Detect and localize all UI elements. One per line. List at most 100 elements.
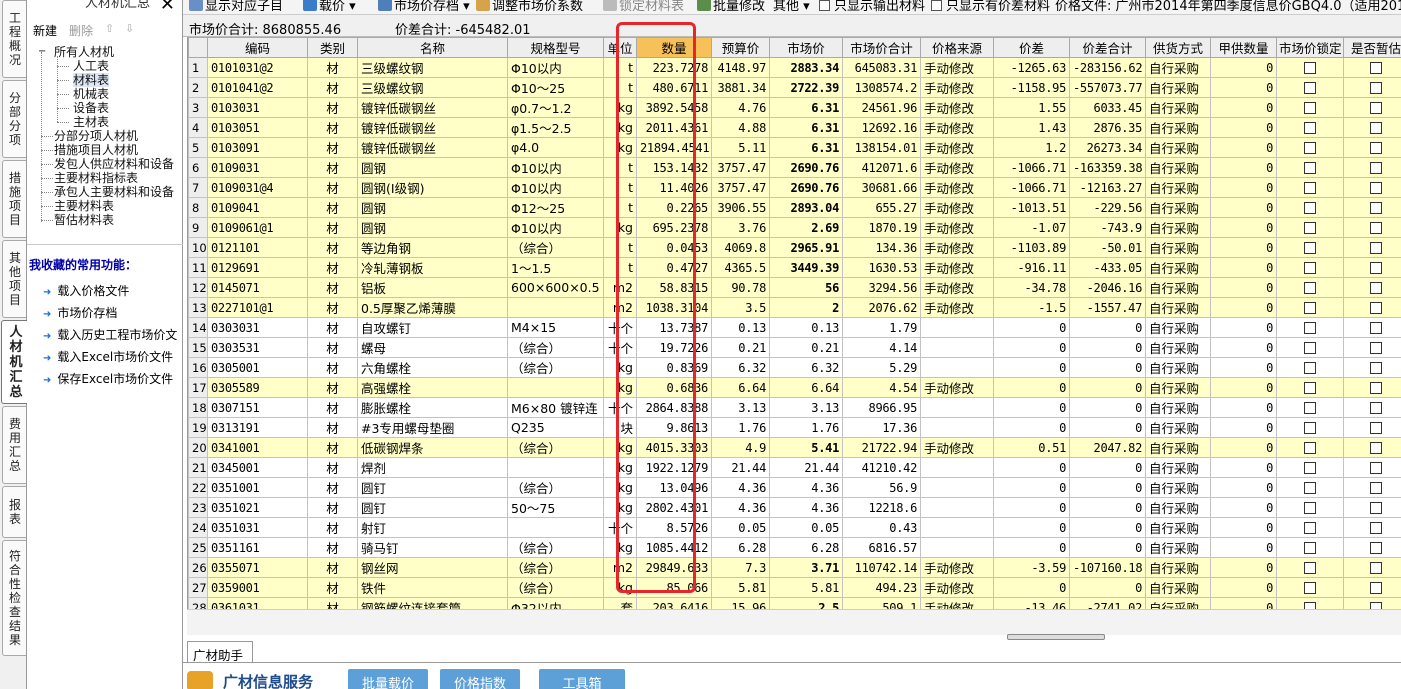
cell[interactable]: 自行采购 — [1145, 457, 1211, 478]
checkbox-icon[interactable] — [1370, 342, 1382, 354]
tree-item-labor[interactable]: 人工表 — [73, 59, 109, 73]
fav-load-price-file[interactable]: ➜ 载入价格文件 — [43, 282, 129, 299]
checkbox-icon[interactable] — [1370, 422, 1382, 434]
cell[interactable]: 645083.31 — [842, 57, 921, 78]
tree-item-machinery[interactable]: 机械表 — [73, 87, 109, 101]
cell[interactable]: 手动修改 — [920, 437, 994, 458]
cell[interactable]: kg — [603, 577, 637, 598]
cell[interactable]: -2046.16 — [1069, 277, 1146, 298]
cell[interactable]: 0307151 — [207, 397, 308, 418]
cell[interactable]: 十个 — [603, 317, 637, 338]
column-header[interactable]: 预算价 — [711, 37, 770, 58]
cell[interactable]: 十个 — [603, 337, 637, 358]
cell[interactable]: 0 — [1069, 457, 1146, 478]
column-header[interactable]: 价格来源 — [920, 37, 994, 58]
cell[interactable]: 0.51 — [993, 437, 1070, 458]
cell[interactable]: 2.5 — [769, 597, 843, 609]
cell[interactable]: 材 — [307, 197, 358, 218]
provisional-checkbox[interactable] — [1343, 317, 1401, 338]
cell[interactable]: -1066.71 — [993, 157, 1070, 178]
table-row[interactable]: 22 0351001 材圆钉 （综合） kg 13.0496 4.36 4.36 56.9 0 0 自… — [188, 477, 1401, 498]
cell[interactable]: 自行采购 — [1145, 377, 1211, 398]
cell[interactable] — [920, 337, 994, 358]
cell[interactable]: 0 — [993, 517, 1070, 538]
checkbox-icon[interactable] — [1304, 502, 1316, 514]
cell[interactable]: 0 — [1210, 77, 1277, 98]
checkbox-icon[interactable] — [1304, 422, 1316, 434]
cell[interactable]: 自行采购 — [1145, 97, 1211, 118]
cell[interactable]: #3专用螺母垫圈 — [357, 417, 508, 438]
tree-item-contractor-main[interactable]: 承包人主要材料和设备 — [54, 185, 174, 199]
cell[interactable] — [920, 537, 994, 558]
lock-checkbox[interactable] — [1276, 457, 1344, 478]
cell[interactable]: Φ10以内 — [507, 57, 604, 78]
tree-item-main-index[interactable]: 主要材料指标表 — [54, 171, 138, 185]
cell[interactable]: 0109031 — [207, 157, 308, 178]
cell[interactable]: 4069.8 — [711, 237, 770, 258]
cell[interactable]: -3.59 — [993, 557, 1070, 578]
cell[interactable]: 0345001 — [207, 457, 308, 478]
cell[interactable]: 自行采购 — [1145, 217, 1211, 238]
provisional-checkbox[interactable] — [1343, 417, 1401, 438]
cell[interactable]: 0 — [993, 417, 1070, 438]
cell[interactable]: 手动修改 — [920, 157, 994, 178]
cell[interactable]: 镀锌低碳钢丝 — [357, 117, 508, 138]
load-price-button[interactable]: 载价 ▾ — [303, 0, 356, 14]
cell[interactable]: -163359.38 — [1069, 157, 1146, 178]
table-row[interactable]: 12 0145071 材铝板 600×600×0.5 m2 58.8315 90.78 56 3… — [188, 277, 1401, 298]
cell[interactable]: 自行采购 — [1145, 277, 1211, 298]
cell[interactable]: 铁件 — [357, 577, 508, 598]
cell[interactable]: 0 — [1210, 477, 1277, 498]
provisional-checkbox[interactable] — [1343, 357, 1401, 378]
lock-checkbox[interactable] — [1276, 437, 1344, 458]
cell[interactable]: 三级螺纹钢 — [357, 77, 508, 98]
cell[interactable]: 4148.97 — [711, 57, 770, 78]
table-row[interactable]: 23 0351021 材圆钉 50～75 kg 2802.4301 4.36 4.36 1221… — [188, 497, 1401, 518]
cell[interactable]: 4.76 — [711, 97, 770, 118]
cell[interactable]: 6.32 — [769, 357, 843, 378]
checkbox-icon[interactable] — [1304, 62, 1316, 74]
checkbox-icon[interactable] — [1304, 582, 1316, 594]
checkbox-icon[interactable] — [1304, 562, 1316, 574]
table-row[interactable]: 8 0109041 材圆钢 Φ12～25 t 0.2265 3906.55 2893.04 65… — [188, 197, 1401, 218]
cell[interactable]: 21.44 — [711, 457, 770, 478]
cell[interactable]: 0361031 — [207, 597, 308, 609]
cell[interactable]: 0109061@1 — [207, 217, 308, 238]
checkbox-icon[interactable] — [1370, 222, 1382, 234]
cell[interactable]: 自行采购 — [1145, 317, 1211, 338]
cell[interactable]: kg — [603, 217, 637, 238]
table-row[interactable]: 9 0109061@1 材圆钢 Φ10以内 kg 695.2378 3.76 2.69 1870… — [188, 217, 1401, 238]
cell[interactable]: t — [603, 237, 637, 258]
cell[interactable]: 自行采购 — [1145, 137, 1211, 158]
table-row[interactable]: 15 0303531 材螺母 （综合） 十个 19.7226 0.21 0.21 4.14 0 0 自… — [188, 337, 1401, 358]
cell[interactable]: 手动修改 — [920, 217, 994, 238]
cell[interactable]: 6.64 — [711, 377, 770, 398]
price-index-button[interactable]: 价格指数 — [440, 669, 520, 689]
cell[interactable]: 高强螺栓 — [357, 377, 508, 398]
table-row[interactable]: 4 0103051 材镀锌低碳钢丝 φ1.5～2.5 kg 2011.4361 4.88 6.… — [188, 117, 1401, 138]
tree-item-materials[interactable]: 材料表 — [73, 73, 110, 87]
cell[interactable]: 509.1 — [842, 597, 921, 609]
cell[interactable]: 手动修改 — [920, 377, 994, 398]
cell[interactable]: M6×80 镀锌连 — [507, 397, 604, 418]
cell[interactable]: 0351001 — [207, 477, 308, 498]
cell[interactable]: 0103091 — [207, 137, 308, 158]
provisional-checkbox[interactable] — [1343, 297, 1401, 318]
cell[interactable]: 材 — [307, 297, 358, 318]
cell[interactable]: 5.81 — [769, 577, 843, 598]
cell[interactable]: φ1.5～2.5 — [507, 117, 604, 138]
cell[interactable]: 0.21 — [711, 337, 770, 358]
cell[interactable] — [920, 357, 994, 378]
cell[interactable] — [920, 497, 994, 518]
cell[interactable]: t — [603, 77, 637, 98]
cell[interactable]: 1.55 — [993, 97, 1070, 118]
cell[interactable]: 钢丝网 — [357, 557, 508, 578]
cell[interactable]: 镀锌低碳钢丝 — [357, 137, 508, 158]
cell[interactable]: 0 — [1210, 317, 1277, 338]
horizontal-scrollbar[interactable] — [187, 609, 1401, 640]
cell[interactable]: 十个 — [603, 397, 637, 418]
lock-checkbox[interactable] — [1276, 497, 1344, 518]
provisional-checkbox[interactable] — [1343, 517, 1401, 538]
cell[interactable]: 手动修改 — [920, 197, 994, 218]
cell[interactable]: 0 — [993, 537, 1070, 558]
